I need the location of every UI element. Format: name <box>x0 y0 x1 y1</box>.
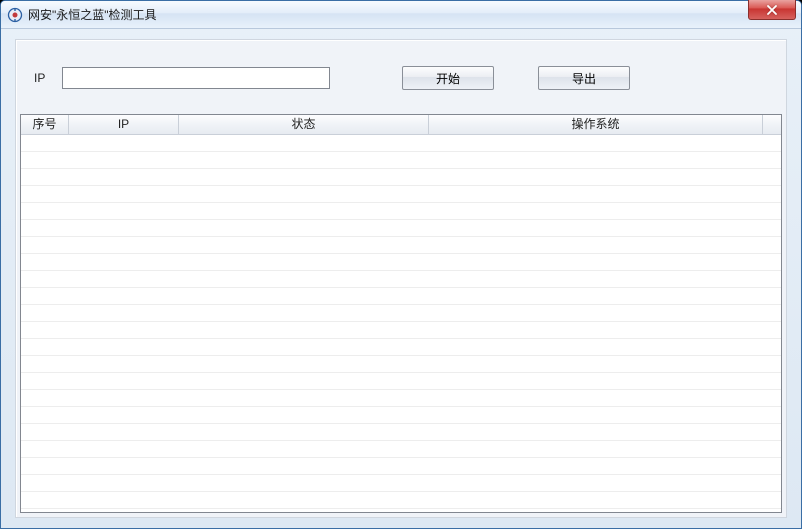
table-row <box>21 441 781 458</box>
table-row <box>21 169 781 186</box>
column-header-status[interactable]: 状态 <box>179 115 429 134</box>
table-row <box>21 390 781 407</box>
table-row <box>21 254 781 271</box>
start-button[interactable]: 开始 <box>402 66 494 90</box>
titlebar[interactable]: 网安"永恒之蓝"检测工具 <box>1 1 801 29</box>
table-row <box>21 203 781 220</box>
app-icon <box>7 7 23 23</box>
column-header-index[interactable]: 序号 <box>21 115 69 134</box>
table-row <box>21 373 781 390</box>
table-row <box>21 509 781 513</box>
table-row <box>21 458 781 475</box>
table-row <box>21 288 781 305</box>
export-button[interactable]: 导出 <box>538 66 630 90</box>
table-row <box>21 152 781 169</box>
ip-input[interactable] <box>62 67 330 89</box>
table-row <box>21 356 781 373</box>
column-header-spacer <box>763 115 781 134</box>
application-window: 网安"永恒之蓝"检测工具 IP 开始 导出 序号 IP 状态 操作系统 <box>0 0 802 529</box>
table-body <box>21 135 781 512</box>
table-row <box>21 305 781 322</box>
window-title: 网安"永恒之蓝"检测工具 <box>28 6 748 23</box>
table-row <box>21 186 781 203</box>
results-table[interactable]: 序号 IP 状态 操作系统 <box>20 114 782 513</box>
close-button[interactable] <box>748 0 796 20</box>
table-row <box>21 407 781 424</box>
table-row <box>21 322 781 339</box>
table-row <box>21 339 781 356</box>
table-row <box>21 475 781 492</box>
ip-label: IP <box>34 71 62 85</box>
table-row <box>21 220 781 237</box>
window-controls <box>748 1 799 28</box>
table-row <box>21 135 781 152</box>
table-row <box>21 237 781 254</box>
table-row <box>21 271 781 288</box>
column-header-os[interactable]: 操作系统 <box>429 115 763 134</box>
client-area: IP 开始 导出 序号 IP 状态 操作系统 <box>7 33 795 522</box>
column-header-ip[interactable]: IP <box>69 115 179 134</box>
table-row <box>21 492 781 509</box>
table-row <box>21 424 781 441</box>
main-panel: IP 开始 导出 序号 IP 状态 操作系统 <box>15 39 787 518</box>
input-row: IP 开始 导出 <box>34 64 768 92</box>
table-header: 序号 IP 状态 操作系统 <box>21 115 781 135</box>
